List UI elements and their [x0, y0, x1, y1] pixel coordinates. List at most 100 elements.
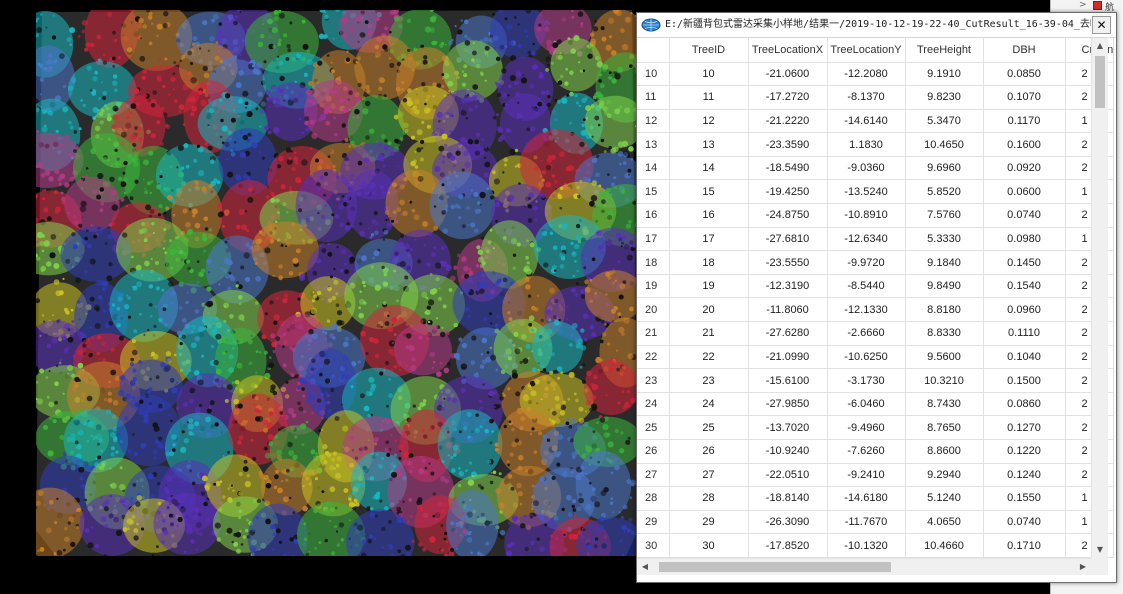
table-row[interactable]: 29 29 -26.3090 -11.7670 4.0650 0.0740 1: [637, 510, 1115, 535]
cell-treelocationy[interactable]: -3.1730: [827, 368, 906, 393]
cell-treeheight[interactable]: 9.8490: [905, 274, 984, 299]
cell-treeid[interactable]: 11: [669, 85, 749, 110]
table-row[interactable]: 27 27 -22.0510 -9.2410 9.2940 0.1240 2: [637, 463, 1115, 488]
cell-treelocationx[interactable]: -11.8060: [748, 297, 828, 323]
cell-treeheight[interactable]: 5.3330: [905, 227, 984, 252]
cell-treeheight[interactable]: 7.5760: [905, 203, 984, 228]
cell-treeheight[interactable]: 9.1840: [905, 250, 984, 275]
table-row[interactable]: 18 18 -23.5550 -9.9720 9.1840 0.1450 2: [637, 250, 1115, 275]
cell-treeheight[interactable]: 5.3470: [905, 109, 984, 134]
cell-treeid[interactable]: 24: [669, 392, 749, 417]
scroll-up-arrow-icon[interactable]: ▲: [1092, 38, 1108, 54]
row-header[interactable]: 24: [637, 392, 670, 417]
cell-treeid[interactable]: 16: [669, 203, 749, 228]
column-header-treelocationx[interactable]: TreeLocationX: [748, 38, 828, 63]
cell-treelocationx[interactable]: -15.6100: [748, 368, 828, 393]
row-header[interactable]: 17: [637, 227, 670, 252]
cell-treeid[interactable]: 22: [669, 345, 749, 370]
table-row[interactable]: 28 28 -18.8140 -14.6180 5.1240 0.1550 1: [637, 486, 1115, 511]
row-header[interactable]: 13: [637, 132, 670, 157]
cell-dbh[interactable]: 0.0600: [983, 179, 1066, 205]
cell-treelocationx[interactable]: -13.7020: [748, 415, 828, 440]
cell-treelocationx[interactable]: -26.3090: [748, 510, 828, 535]
cell-treelocationy[interactable]: -10.1320: [827, 533, 906, 558]
cell-treeheight[interactable]: 9.2940: [905, 463, 984, 488]
cell-treelocationy[interactable]: -6.0460: [827, 392, 906, 417]
cell-treelocationy[interactable]: -7.6260: [827, 439, 906, 464]
table-row[interactable]: 19 19 -12.3190 -8.5440 9.8490 0.1540 2: [637, 274, 1115, 299]
cell-treeheight[interactable]: 8.7430: [905, 392, 984, 417]
cell-dbh[interactable]: 0.1600: [983, 132, 1066, 157]
scroll-right-arrow-icon[interactable]: ▶: [1075, 559, 1091, 575]
cell-dbh[interactable]: 0.1710: [983, 533, 1066, 558]
expand-arrow-icon[interactable]: >: [1079, 0, 1087, 10]
cell-dbh[interactable]: 0.0850: [983, 62, 1066, 87]
column-header-treeid[interactable]: TreeID: [669, 38, 749, 63]
row-header[interactable]: 10: [637, 62, 670, 87]
cell-treeid[interactable]: 15: [669, 179, 749, 205]
cell-dbh[interactable]: 0.1270: [983, 415, 1066, 440]
cell-treeid[interactable]: 19: [669, 274, 749, 299]
cell-dbh[interactable]: 0.1070: [983, 85, 1066, 110]
cell-treelocationx[interactable]: -21.0600: [748, 62, 828, 87]
cell-treelocationx[interactable]: -17.8520: [748, 533, 828, 558]
cell-treelocationx[interactable]: -17.2720: [748, 85, 828, 110]
table-row[interactable]: 26 26 -10.9240 -7.6260 8.8600 0.1220 2: [637, 439, 1115, 464]
cell-treelocationy[interactable]: -12.6340: [827, 227, 906, 252]
cell-dbh[interactable]: 0.1040: [983, 345, 1066, 370]
cell-dbh[interactable]: 0.0980: [983, 227, 1066, 252]
cell-treeid[interactable]: 21: [669, 321, 749, 346]
cell-treelocationy[interactable]: 1.1830: [827, 132, 906, 157]
table-row[interactable]: 20 20 -11.8060 -12.1330 8.8180 0.0960 2: [637, 297, 1115, 323]
cell-treeid[interactable]: 17: [669, 227, 749, 252]
cell-treelocationy[interactable]: -10.6250: [827, 345, 906, 370]
row-header[interactable]: 11: [637, 85, 670, 110]
row-header[interactable]: 22: [637, 345, 670, 370]
cell-treeid[interactable]: 13: [669, 132, 749, 157]
cell-treelocationy[interactable]: -9.4960: [827, 415, 906, 440]
cell-treeheight[interactable]: 5.1240: [905, 486, 984, 511]
row-header[interactable]: 28: [637, 486, 670, 511]
row-header[interactable]: 25: [637, 415, 670, 440]
cell-treeheight[interactable]: 4.0650: [905, 510, 984, 535]
cell-treelocationy[interactable]: -14.6140: [827, 109, 906, 134]
cell-treelocationy[interactable]: -12.2080: [827, 62, 906, 87]
row-header[interactable]: 29: [637, 510, 670, 535]
row-header[interactable]: 27: [637, 463, 670, 488]
cell-treelocationx[interactable]: -27.6280: [748, 321, 828, 346]
row-header[interactable]: 19: [637, 274, 670, 299]
row-header[interactable]: 23: [637, 368, 670, 393]
cell-treelocationx[interactable]: -27.9850: [748, 392, 828, 417]
cell-treeid[interactable]: 14: [669, 156, 749, 181]
cell-treeheight[interactable]: 10.4660: [905, 533, 984, 558]
cell-dbh[interactable]: 0.1110: [983, 321, 1066, 346]
cell-treelocationx[interactable]: -21.0990: [748, 345, 828, 370]
cell-treeid[interactable]: 12: [669, 109, 749, 134]
cell-treeheight[interactable]: 9.6960: [905, 156, 984, 181]
row-header[interactable]: 26: [637, 439, 670, 464]
row-header[interactable]: 12: [637, 109, 670, 134]
table-row[interactable]: 12 12 -21.2220 -14.6140 5.3470 0.1170 1: [637, 109, 1115, 134]
cell-treelocationy[interactable]: -2.6660: [827, 321, 906, 346]
cell-treeheight[interactable]: 8.8600: [905, 439, 984, 464]
table-row[interactable]: 16 16 -24.8750 -10.8910 7.5760 0.0740 2: [637, 203, 1115, 228]
table-row[interactable]: 30 30 -17.8520 -10.1320 10.4660 0.1710 2: [637, 533, 1115, 558]
cell-treeheight[interactable]: 9.1910: [905, 62, 984, 87]
close-button[interactable]: ✕: [1092, 16, 1111, 34]
cell-treeheight[interactable]: 8.8330: [905, 321, 984, 346]
cell-treeid[interactable]: 23: [669, 368, 749, 393]
cell-treeheight[interactable]: 9.5600: [905, 345, 984, 370]
table-row[interactable]: 13 13 -23.3590 1.1830 10.4650 0.1600 2: [637, 132, 1115, 157]
cell-treelocationy[interactable]: -13.5240: [827, 179, 906, 205]
attribute-grid[interactable]: TreeID TreeLocationX TreeLocationY TreeH…: [637, 38, 1116, 558]
column-header-dbh[interactable]: DBH: [983, 38, 1066, 63]
row-header[interactable]: 30: [637, 533, 670, 558]
table-row[interactable]: 22 22 -21.0990 -10.6250 9.5600 0.1040 2: [637, 345, 1115, 370]
vertical-scroll-thumb[interactable]: [1095, 56, 1105, 108]
row-header[interactable]: 16: [637, 203, 670, 228]
cell-treeheight[interactable]: 10.4650: [905, 132, 984, 157]
horizontal-scrollbar[interactable]: ◀ ▶: [637, 558, 1091, 575]
row-header-corner[interactable]: [637, 38, 670, 63]
table-row[interactable]: 24 24 -27.9850 -6.0460 8.7430 0.0860 2: [637, 392, 1115, 417]
cell-dbh[interactable]: 0.0740: [983, 203, 1066, 228]
